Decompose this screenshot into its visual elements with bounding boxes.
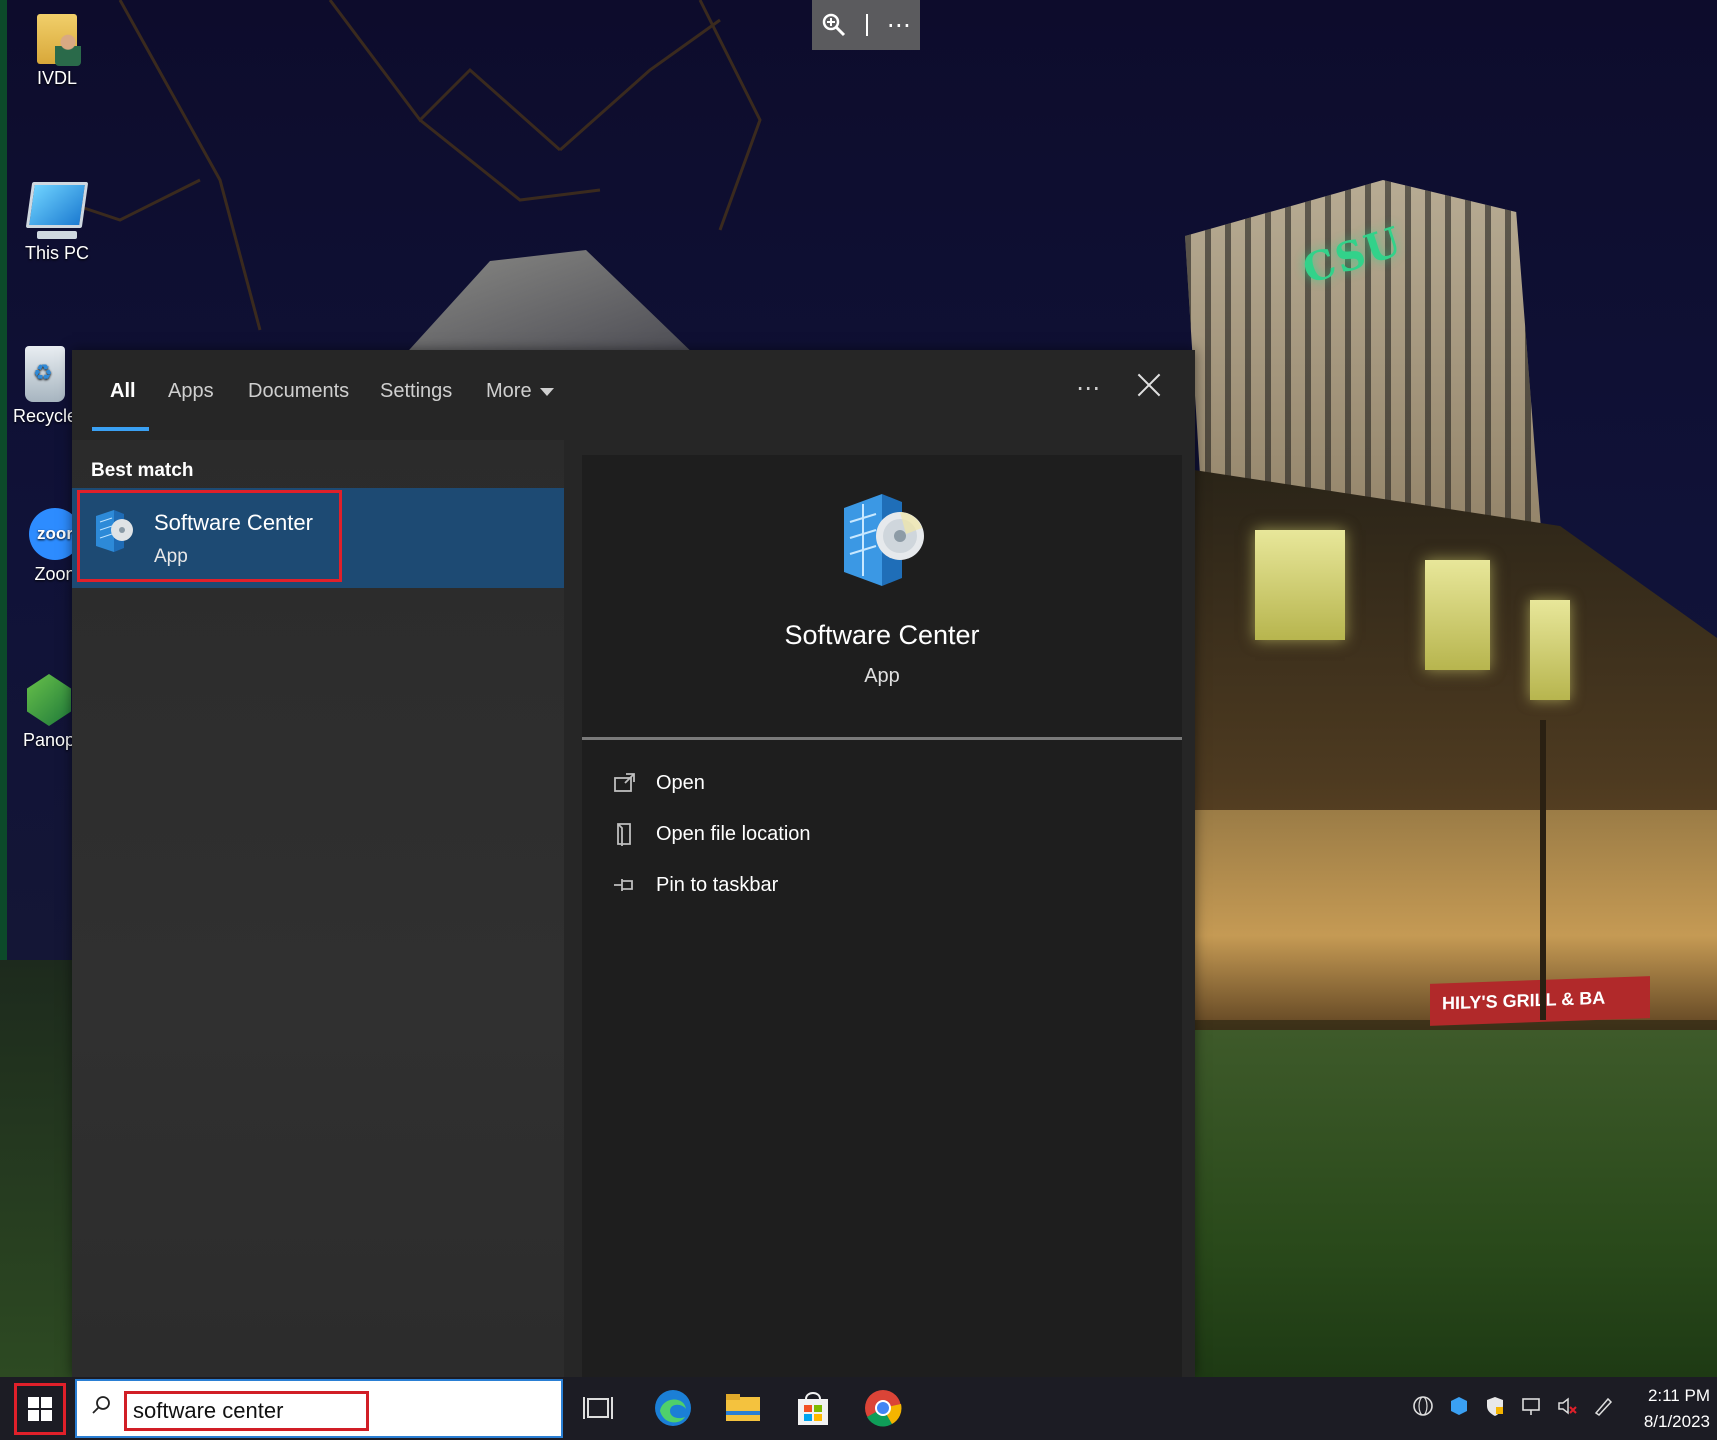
tab-more[interactable]: More	[486, 380, 554, 403]
preview-pane: Software Center App Open Open file locat…	[582, 455, 1182, 1377]
wallpaper-window	[1425, 560, 1490, 670]
system-tray	[1412, 1395, 1614, 1417]
best-match-result[interactable]: Software Center App	[72, 488, 564, 588]
file-explorer-icon[interactable]	[722, 1387, 764, 1429]
best-match-heading: Best match	[91, 460, 194, 481]
tab-documents[interactable]: Documents	[248, 380, 349, 403]
search-input[interactable]	[124, 1391, 369, 1431]
open-icon	[614, 773, 635, 792]
chrome-icon[interactable]	[862, 1387, 904, 1429]
wallpaper-lawn	[1194, 1030, 1717, 1377]
action-open-file-location[interactable]: Open file location	[612, 816, 811, 852]
action-pin-to-taskbar[interactable]: Pin to taskbar	[612, 867, 778, 903]
action-label: Open	[656, 771, 705, 794]
action-label: Pin to taskbar	[656, 873, 779, 896]
taskbar-search-box[interactable]	[75, 1379, 563, 1438]
taskbar: 2:11 PM 8/1/2023	[0, 1377, 1717, 1440]
shield-icon[interactable]	[1484, 1395, 1506, 1417]
tab-all[interactable]: All	[110, 380, 136, 403]
wallpaper-tree	[1540, 720, 1546, 1020]
action-open[interactable]: Open	[612, 765, 705, 801]
tab-apps[interactable]: Apps	[168, 380, 214, 403]
clock-time: 2:11 PM	[1647, 1386, 1710, 1405]
tab-more-label: More	[486, 380, 532, 402]
preview-title: Software Center	[784, 620, 980, 650]
tab-settings[interactable]: Settings	[380, 380, 452, 403]
annotation-highlight-box	[77, 490, 342, 582]
security-icon[interactable]	[1448, 1395, 1470, 1417]
volume-muted-icon[interactable]	[1556, 1395, 1578, 1417]
desktop-icon-ivdl[interactable]: IVDL	[12, 14, 102, 89]
active-tab-indicator	[92, 427, 149, 431]
preview-subtitle: App	[864, 665, 900, 687]
chevron-down-icon	[539, 387, 554, 396]
clock-date: 8/1/2023	[1643, 1412, 1710, 1431]
wallpaper-left-ground	[0, 960, 80, 1377]
file-location-icon	[617, 823, 631, 846]
search-flyout: All Apps Documents Settings More ⋯ Best …	[72, 350, 1195, 1377]
network-globe-icon[interactable]	[1412, 1395, 1434, 1417]
folder-user-icon	[37, 14, 81, 66]
start-button[interactable]	[14, 1383, 66, 1435]
desktop-icon-label: IVDL	[36, 68, 78, 88]
toolbar-separator	[865, 14, 868, 36]
search-tabs: All Apps Documents Settings More ⋯	[72, 350, 1195, 440]
more-options-button[interactable]: ⋯	[1076, 374, 1102, 403]
pen-icon[interactable]	[1592, 1395, 1614, 1417]
edge-icon[interactable]	[652, 1387, 694, 1429]
action-label: Open file location	[656, 822, 811, 845]
task-view-icon[interactable]	[580, 1387, 622, 1429]
toolbar-more-button[interactable]: ⋯	[887, 11, 911, 40]
desktop-icon-this-pc[interactable]: This PC	[12, 182, 102, 264]
recycle-bin-icon	[25, 346, 65, 402]
panopto-icon	[27, 674, 71, 726]
store-icon[interactable]	[792, 1387, 834, 1429]
computer-base	[37, 231, 77, 239]
preview-divider	[582, 737, 1182, 740]
magnify-plus-icon[interactable]	[821, 12, 847, 38]
taskbar-clock[interactable]: 2:11 PM 8/1/2023	[1630, 1383, 1710, 1435]
wallpaper-window	[1255, 530, 1345, 640]
search-icon	[92, 1396, 110, 1414]
close-icon[interactable]	[1132, 368, 1166, 402]
wallpaper-window	[1530, 600, 1570, 700]
wallpaper-branches	[59, 0, 762, 331]
remote-zoom-toolbar: ⋯	[812, 0, 920, 50]
pin-icon	[614, 879, 633, 891]
results-pane: Best match Software Center App	[72, 440, 564, 1377]
windows-logo-icon	[28, 1397, 52, 1421]
display-icon[interactable]	[1520, 1395, 1542, 1417]
computer-icon	[25, 182, 89, 228]
desktop-icon-label: This PC	[24, 243, 89, 263]
software-center-icon	[844, 494, 924, 586]
